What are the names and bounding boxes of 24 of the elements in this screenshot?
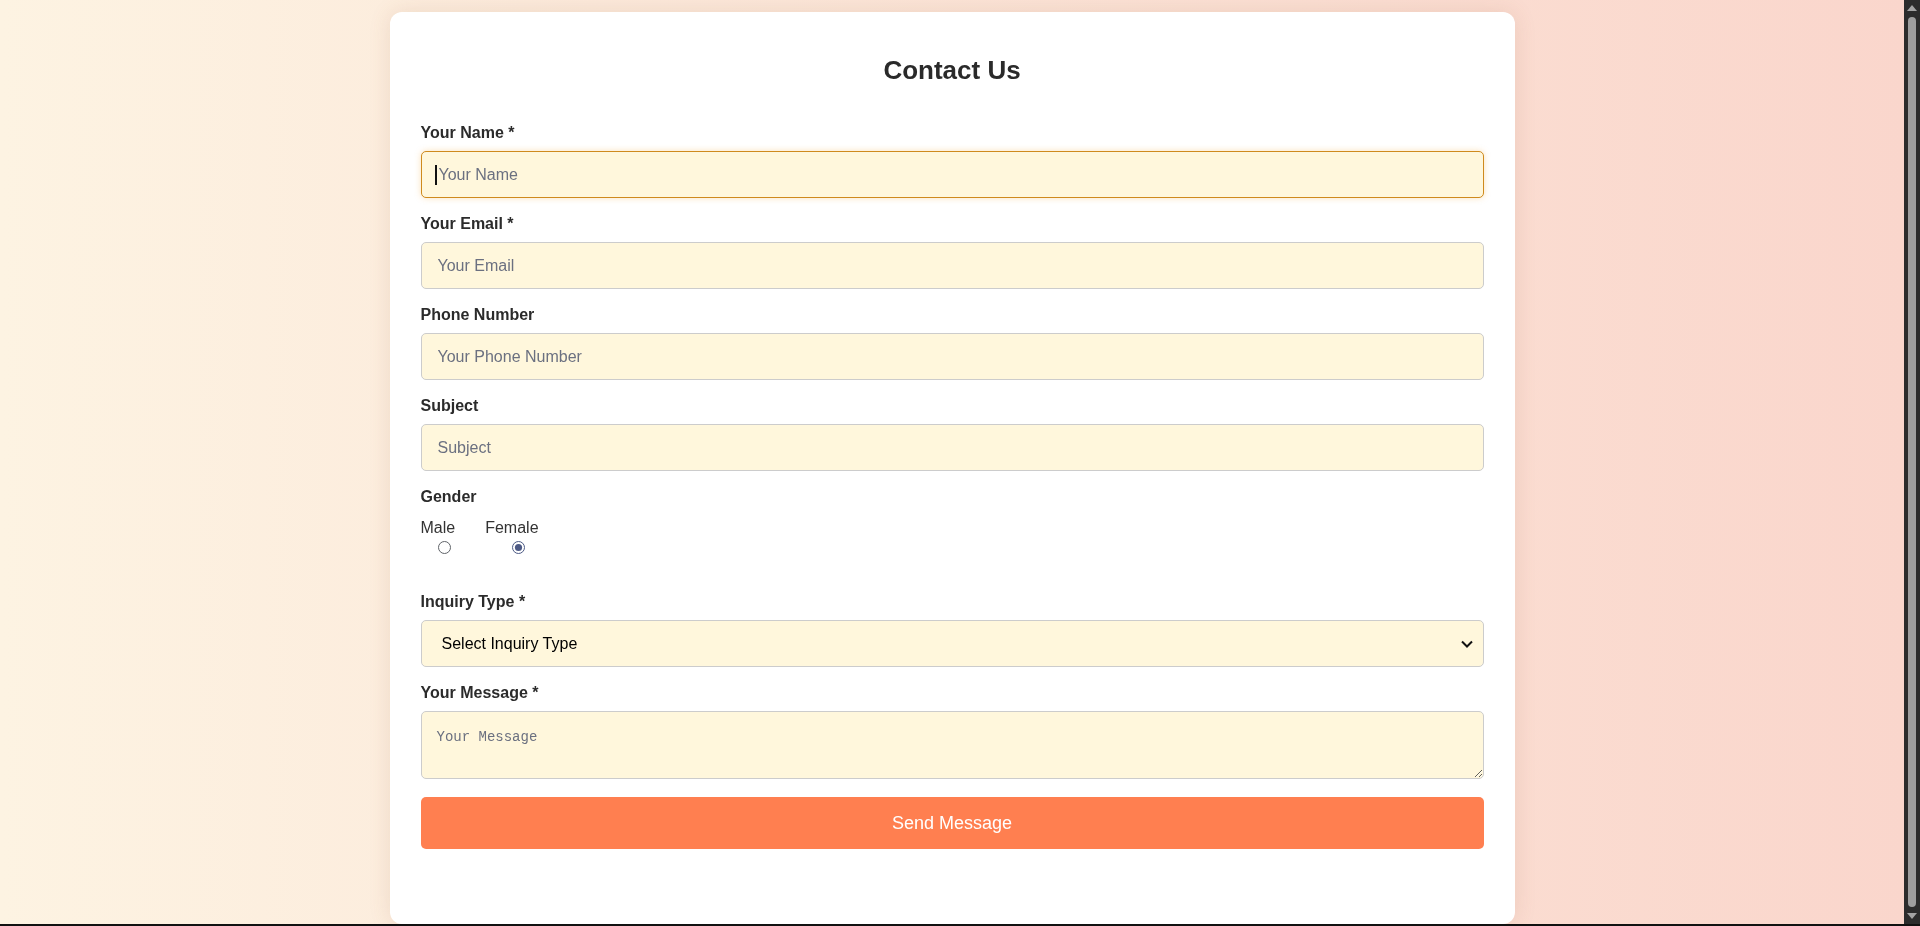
scroll-up-icon[interactable] — [1907, 5, 1917, 11]
radio-option[interactable]: Male — [420, 518, 456, 554]
radio-option[interactable]: Female — [485, 518, 539, 554]
input-field[interactable]: Your Email — [420, 242, 1484, 289]
field-label: Subject — [420, 396, 479, 416]
field-label: Inquiry Type * — [420, 592, 526, 612]
field-label: Your Email * — [420, 214, 514, 234]
scroll-down-icon[interactable] — [1907, 913, 1917, 919]
scrollbar[interactable] — [1904, 0, 1920, 924]
field-label: Phone Number — [420, 305, 535, 325]
chevron-down-icon — [1460, 639, 1473, 648]
dropdown-field[interactable]: Select Inquiry Type — [420, 620, 1484, 667]
input-field[interactable]: Your Phone Number — [420, 333, 1484, 380]
radio-icon[interactable] — [438, 541, 452, 554]
field-label: Gender — [420, 487, 477, 507]
form-title: Contact Us — [883, 54, 1021, 87]
text-cursor-icon — [434, 165, 437, 185]
input-field[interactable]: Your Name — [420, 151, 1484, 198]
input-field[interactable]: Subject — [420, 424, 1484, 471]
field-label: Your Name * — [420, 123, 515, 143]
radio-icon[interactable] — [512, 541, 526, 554]
scrollbar-thumb[interactable] — [1908, 17, 1916, 907]
field-label: Your Message * — [420, 683, 539, 703]
message-field[interactable]: Your Message — [420, 711, 1484, 779]
